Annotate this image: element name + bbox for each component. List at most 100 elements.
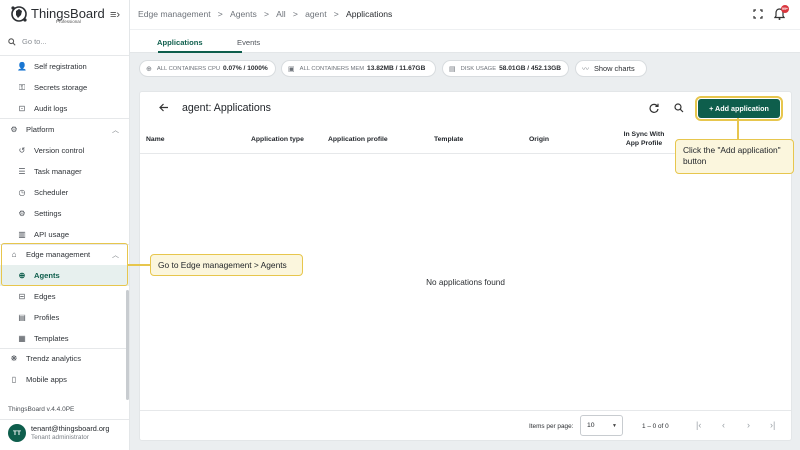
tab-bar: Applications Events (130, 29, 800, 53)
sidebar-item-label: Audit logs (34, 104, 68, 113)
sidebar-item-label: Secrets storage (34, 83, 88, 92)
sidebar-item-scheduler[interactable]: ◷ Scheduler (0, 182, 129, 203)
thingsboard-logo-icon (11, 6, 27, 22)
edge-management-callout: Go to Edge management > Agents (150, 254, 303, 276)
active-tab-indicator (158, 51, 242, 53)
breadcrumb-applications: Applications (345, 9, 393, 19)
disk-label: DISK USAGE (460, 65, 497, 72)
sidebar-item-label: Edges (34, 292, 56, 301)
sidebar-item-mobile-apps[interactable]: ▯ Mobile apps (0, 369, 129, 390)
cpu-value: 0.07% / 1000% (223, 65, 268, 72)
callout-connector (737, 118, 739, 139)
page-range-text: 1 – 0 of 0 (642, 423, 669, 430)
sidebar-item-label: Version control (34, 146, 85, 155)
settings-group-icon: ⚙ (10, 125, 18, 134)
user-email: tenant@thingsboard.org (31, 424, 110, 433)
app-version: ThingsBoard v.4.4.0PE (8, 406, 75, 413)
clock-icon: ◷ (18, 188, 26, 197)
show-charts-button[interactable]: 〰 Show charts (575, 60, 647, 77)
audit-icon: ⊡ (18, 104, 26, 113)
disk-value: 58.01GB / 452.13GB (499, 65, 562, 72)
cpu-usage-chip: ⊕ ALL CONTAINERS CPU 0.07% / 1000% (139, 60, 276, 77)
breadcrumb-agent[interactable]: agent (305, 9, 327, 19)
fullscreen-icon[interactable] (753, 9, 763, 19)
last-page-icon[interactable]: ›| (770, 420, 775, 430)
refresh-icon[interactable] (649, 103, 659, 113)
search-icon[interactable] (674, 103, 684, 113)
sidebar-item-self-registration[interactable]: 👤 Self registration (0, 56, 129, 77)
breadcrumb: Edge management > Agents > All > agent >… (138, 9, 392, 19)
sidebar-item-api-usage[interactable]: ▥ API usage (0, 224, 129, 245)
items-per-page-label: Items per page: (529, 423, 574, 430)
sidebar-search[interactable]: Go to... (8, 37, 47, 46)
previous-page-icon[interactable]: ‹ (722, 420, 725, 430)
profile-icon: ▤ (18, 313, 26, 322)
menu-collapse-icon[interactable]: ≡› (110, 9, 120, 21)
sidebar-item-label: Templates (34, 334, 69, 343)
column-header-application-profile[interactable]: Application profile (328, 136, 388, 143)
items-per-page-select[interactable]: 10 ▼ (580, 415, 623, 436)
add-application-button[interactable]: + Add application (695, 96, 783, 121)
sidebar-item-settings[interactable]: ⚙ Settings (0, 203, 129, 224)
search-placeholder: Go to... (22, 37, 47, 46)
first-page-icon[interactable]: |‹ (696, 420, 701, 430)
sidebar-item-secrets-storage[interactable]: ⚿ Secrets storage (0, 77, 129, 98)
sidebar-item-label: Platform (26, 125, 55, 134)
sidebar-item-edges[interactable]: ⊟ Edges (0, 286, 129, 307)
paginator-divider (140, 410, 791, 411)
column-header-origin[interactable]: Origin (529, 136, 549, 143)
user-role: Tenant administrator (31, 434, 89, 441)
avatar: TT (8, 424, 26, 442)
memory-value: 13.82MB / 11.67GB (367, 65, 426, 72)
add-application-callout: Click the "Add application" button (675, 139, 794, 174)
brand-edition: Professional (56, 19, 81, 24)
items-per-page-value: 10 (587, 422, 595, 429)
search-icon (8, 37, 16, 46)
divider (0, 419, 129, 420)
memory-icon: ▣ (288, 65, 295, 73)
breadcrumb-agents[interactable]: Agents (230, 9, 257, 19)
phone-icon: ▯ (11, 375, 17, 384)
column-header-in-sync[interactable]: In Sync With App Profile (618, 130, 670, 148)
template-icon: ▦ (18, 334, 26, 343)
callout-connector (128, 264, 150, 266)
sidebar-item-label: Scheduler (34, 188, 69, 197)
sidebar-item-templates[interactable]: ▦ Templates (0, 328, 129, 349)
history-icon: ↺ (18, 146, 26, 155)
dropdown-caret-icon: ▼ (612, 423, 617, 429)
breadcrumb-edge-management[interactable]: Edge management (138, 9, 211, 19)
sidebar-item-task-manager[interactable]: ☰ Task manager (0, 161, 129, 182)
sidebar-item-platform[interactable]: ⚙ Platform ︿ (0, 119, 129, 140)
sidebar-item-profiles[interactable]: ▤ Profiles (0, 307, 129, 328)
disk-usage-chip: ▤ DISK USAGE 58.01GB / 452.13GB (442, 60, 569, 77)
trend-chart-icon: 〰 (582, 65, 589, 73)
sidebar-item-label: Task manager (34, 167, 82, 176)
show-charts-label: Show charts (594, 64, 635, 73)
back-arrow-icon[interactable] (159, 103, 169, 112)
key-icon: ⚿ (18, 82, 26, 92)
person-add-icon: 👤 (17, 62, 27, 71)
disk-icon: ▤ (449, 65, 456, 73)
column-header-name[interactable]: Name (146, 136, 165, 143)
notification-badge: 99+ (781, 5, 789, 13)
breadcrumb-all[interactable]: All (276, 9, 286, 19)
sidebar-scrollbar[interactable] (126, 290, 129, 400)
column-header-template[interactable]: Template (434, 136, 463, 143)
gear-icon: ⚙ (18, 209, 26, 218)
cpu-icon: ⊕ (146, 65, 152, 73)
sidebar-item-audit-logs[interactable]: ⊡ Audit logs (0, 98, 129, 119)
user-menu[interactable]: TT tenant@thingsboard.org Tenant adminis… (8, 424, 109, 442)
next-page-icon[interactable]: › (747, 420, 750, 430)
cpu-label: ALL CONTAINERS CPU (156, 65, 221, 72)
memory-label: ALL CONTAINERS MEM (299, 65, 365, 72)
sidebar-item-trendz-analytics[interactable]: ❋ Trendz analytics (0, 348, 129, 369)
column-header-application-type[interactable]: Application type (251, 136, 304, 143)
empty-state-text: No applications found (426, 278, 505, 287)
sidebar-item-version-control[interactable]: ↺ Version control (0, 140, 129, 161)
chart-icon: ▥ (18, 230, 26, 239)
sidebar-item-label: Settings (34, 209, 62, 218)
tab-applications[interactable]: Applications (157, 38, 203, 47)
tab-events[interactable]: Events (237, 38, 260, 47)
sidebar-item-label: Trendz analytics (26, 354, 82, 363)
sidebar-item-label: Profiles (34, 313, 60, 322)
